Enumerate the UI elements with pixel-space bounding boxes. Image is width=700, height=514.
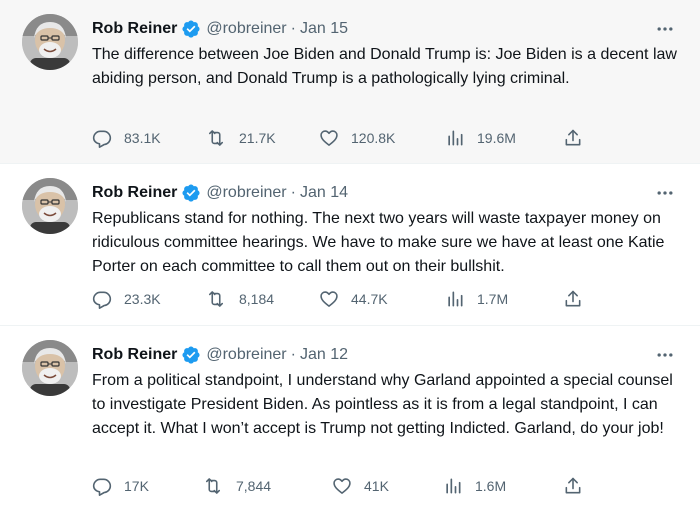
reply-count: 83.1K xyxy=(124,130,161,146)
reply-button[interactable]: 23.3K xyxy=(92,288,161,310)
tweet-text: From a political standpoint, I understan… xyxy=(92,372,673,437)
retweet-icon xyxy=(205,128,227,148)
retweet-count: 21.7K xyxy=(239,130,276,146)
tweet-date[interactable]: Jan 15 xyxy=(300,20,348,38)
tweet-text: The difference between Joe Biden and Don… xyxy=(92,46,677,87)
separator-dot: · xyxy=(290,346,296,363)
share-icon xyxy=(563,289,583,309)
view-count: 19.6M xyxy=(477,130,516,146)
reply-button[interactable]: 17K xyxy=(92,475,149,497)
verified-badge-icon xyxy=(181,183,201,203)
tweet-1[interactable]: Rob Reiner @robreiner · Jan 15 The diffe… xyxy=(0,0,700,164)
heart-icon xyxy=(319,289,339,309)
more-icon[interactable] xyxy=(654,18,676,40)
retweet-icon xyxy=(202,476,224,496)
retweet-button[interactable]: 7,844 xyxy=(202,475,271,497)
views-icon xyxy=(445,289,465,309)
author-name[interactable]: Rob Reiner xyxy=(92,346,177,364)
tweet-header: Rob Reiner @robreiner · Jan 15 xyxy=(92,18,680,40)
like-button[interactable]: 120.8K xyxy=(319,127,395,149)
like-count: 41K xyxy=(364,478,389,494)
retweet-count: 8,184 xyxy=(239,291,275,307)
retweet-icon xyxy=(205,289,227,309)
retweet-button[interactable]: 8,184 xyxy=(205,288,274,310)
tweet-3[interactable]: Rob Reiner @robreiner · Jan 12 From a po… xyxy=(0,326,700,514)
more-icon[interactable] xyxy=(654,344,676,366)
views-icon xyxy=(443,476,463,496)
tweet-2[interactable]: Rob Reiner @robreiner · Jan 14 Republica… xyxy=(0,164,700,326)
avatar[interactable] xyxy=(22,178,78,234)
reply-button[interactable]: 83.1K xyxy=(92,127,161,149)
heart-icon xyxy=(319,128,339,148)
author-handle[interactable]: @robreiner xyxy=(206,20,286,38)
author-handle[interactable]: @robreiner xyxy=(206,346,286,364)
like-count: 120.8K xyxy=(351,130,396,146)
heart-icon xyxy=(332,476,352,496)
views-button[interactable]: 19.6M xyxy=(445,127,516,149)
tweet-actions: 83.1K 21.7K 120.8K 19.6M xyxy=(92,127,592,149)
reply-icon xyxy=(92,128,112,148)
tweet-text: Republicans stand for nothing. The next … xyxy=(92,210,665,275)
author-name[interactable]: Rob Reiner xyxy=(92,20,177,38)
like-button[interactable]: 44.7K xyxy=(319,288,388,310)
share-icon xyxy=(563,476,583,496)
view-count: 1.6M xyxy=(475,478,507,494)
retweet-button[interactable]: 21.7K xyxy=(205,127,276,149)
view-count: 1.7M xyxy=(477,291,509,307)
views-button[interactable]: 1.6M xyxy=(443,475,506,497)
verified-badge-icon xyxy=(181,345,201,365)
like-count: 44.7K xyxy=(351,291,388,307)
views-button[interactable]: 1.7M xyxy=(445,288,508,310)
avatar[interactable] xyxy=(22,340,78,396)
reply-count: 17K xyxy=(124,478,149,494)
timeline: Rob Reiner @robreiner · Jan 15 The diffe… xyxy=(0,0,700,514)
share-button[interactable] xyxy=(563,475,583,497)
reply-icon xyxy=(92,476,112,496)
views-icon xyxy=(445,128,465,148)
verified-badge-icon xyxy=(181,19,201,39)
like-button[interactable]: 41K xyxy=(332,475,389,497)
share-icon xyxy=(563,128,583,148)
avatar[interactable] xyxy=(22,14,78,70)
reply-icon xyxy=(92,289,112,309)
tweet-date[interactable]: Jan 12 xyxy=(300,346,348,364)
author-handle[interactable]: @robreiner xyxy=(206,184,286,202)
reply-count: 23.3K xyxy=(124,291,161,307)
separator-dot: · xyxy=(290,184,296,201)
tweet-actions: 17K 7,844 41K 1.6M xyxy=(92,475,592,497)
more-icon[interactable] xyxy=(654,182,676,204)
tweet-actions: 23.3K 8,184 44.7K 1.7M xyxy=(92,288,592,310)
author-name[interactable]: Rob Reiner xyxy=(92,184,177,202)
share-button[interactable] xyxy=(563,127,583,149)
tweet-header: Rob Reiner @robreiner · Jan 14 xyxy=(92,182,680,204)
retweet-count: 7,844 xyxy=(236,478,272,494)
tweet-header: Rob Reiner @robreiner · Jan 12 xyxy=(92,344,680,366)
tweet-date[interactable]: Jan 14 xyxy=(300,184,348,202)
share-button[interactable] xyxy=(563,288,583,310)
separator-dot: · xyxy=(290,20,296,37)
